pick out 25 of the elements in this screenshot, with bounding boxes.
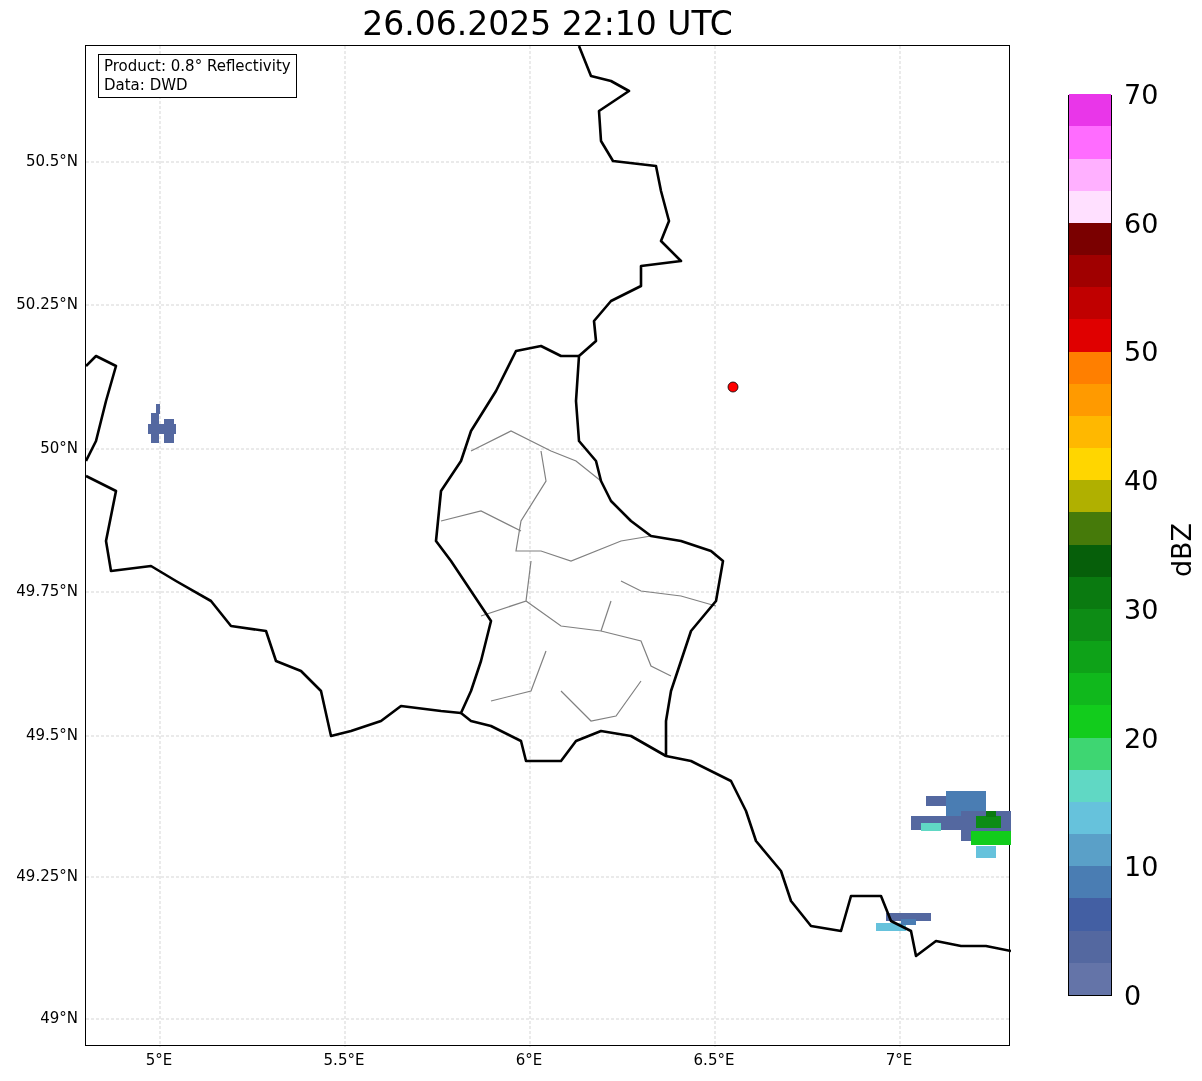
latitude-label: 50°N <box>40 439 78 457</box>
latitude-label: 50.25°N <box>16 295 78 313</box>
longitude-label: 7°E <box>885 1051 913 1069</box>
latitude-label: 50.5°N <box>25 152 78 170</box>
colorbar-tick-label: 30 <box>1124 594 1159 625</box>
colorbar-label: dBZ <box>1167 522 1197 578</box>
latitude-label: 49.5°N <box>25 726 78 744</box>
colorbar-tick-label: 40 <box>1124 466 1159 497</box>
longitude-label: 6.5°E <box>693 1051 735 1069</box>
latitude-label: 49.25°N <box>16 867 78 885</box>
chart-title: 26.06.2025 22:10 UTC <box>361 4 734 44</box>
colorbar-tick-label: 50 <box>1124 337 1159 368</box>
longitude-label: 6°E <box>515 1051 543 1069</box>
colorbar-tick-label: 70 <box>1124 80 1159 110</box>
colorbar-tick-label: 0 <box>1124 981 1142 1011</box>
colorbar-tick-label: 10 <box>1124 852 1159 883</box>
colorbar-tick-label: 60 <box>1124 208 1159 239</box>
longitude-label: 5°E <box>145 1051 173 1069</box>
latitude-label: 49°N <box>40 1009 78 1027</box>
latitude-label: 49.75°N <box>16 582 78 600</box>
info-text: Data: DWD <box>104 76 189 95</box>
radar-station-marker <box>727 381 739 393</box>
longitude-label: 5.5°E <box>323 1051 365 1069</box>
colorbar-tick-label: 20 <box>1124 723 1159 754</box>
info-text: Product: 0.8° Reflectivity <box>104 57 291 76</box>
